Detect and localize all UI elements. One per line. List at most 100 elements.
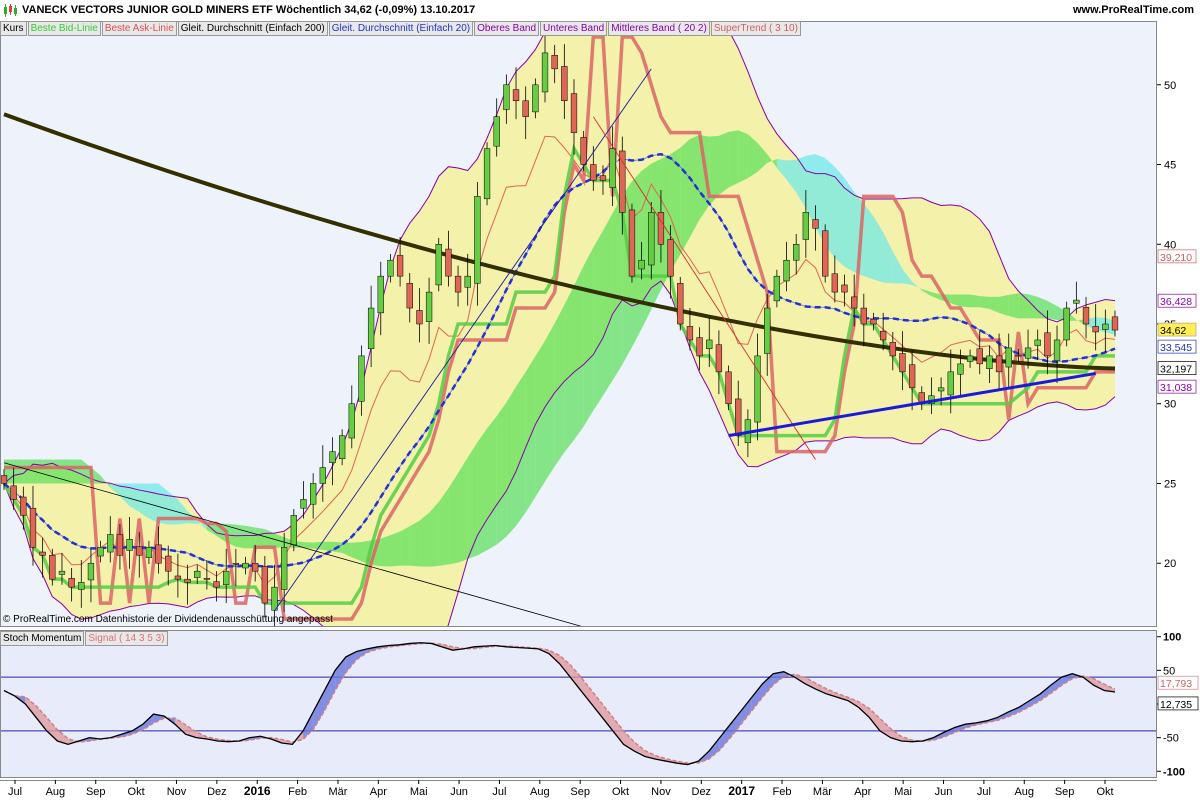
candle-body: [551, 55, 558, 70]
candle-body: [464, 275, 471, 288]
legend-item[interactable]: Gleit. Durchschnitt (Einfach 200): [177, 21, 328, 36]
candle: [435, 237, 442, 292]
candle-body: [802, 212, 810, 240]
candle-body: [242, 562, 249, 569]
candle-body: [252, 562, 259, 572]
cloud-segment: [506, 386, 517, 537]
y-tick-label: 50: [1164, 80, 1176, 92]
candle-body: [976, 348, 983, 365]
y-tick-label: 40: [1164, 239, 1176, 251]
legend-item[interactable]: Oberes Band: [474, 21, 540, 36]
cloud-segment: [612, 195, 623, 381]
cloud-segment: [419, 512, 430, 567]
candle-body: [1053, 339, 1061, 361]
legend-item[interactable]: Beste Bid-Linie: [27, 21, 101, 36]
candle: [677, 276, 684, 331]
candle-body: [474, 196, 481, 284]
candle-body: [667, 239, 674, 277]
candle-body: [541, 52, 549, 93]
x-tick-label: Jun: [450, 786, 468, 798]
candle-body: [387, 259, 394, 277]
x-tick-label: Sep: [570, 786, 590, 798]
candle-body: [377, 275, 384, 314]
legend-item[interactable]: Mittleres Band ( 20 2): [608, 21, 710, 36]
y-tick-label: 30: [1164, 399, 1176, 411]
candle-body: [899, 353, 906, 373]
legend-item[interactable]: Beste Ask-Linie: [101, 21, 177, 36]
legend-item[interactable]: Gleit. Durchschnitt (Einfach 20): [328, 21, 474, 36]
candle-body: [271, 586, 278, 611]
candle-body: [435, 244, 442, 286]
candle-body: [879, 330, 887, 341]
cloud-segment: [602, 213, 613, 396]
x-tick-label: 2016: [244, 784, 271, 798]
cloud-segment: [564, 285, 574, 453]
x-tick-label: Jun: [935, 786, 953, 798]
candle-body: [10, 485, 17, 500]
candle-body: [754, 355, 761, 423]
x-tick-label: 2017: [728, 784, 755, 798]
x-tick-label: Okt: [1096, 786, 1113, 798]
legend-item[interactable]: Unteres Band: [540, 21, 608, 36]
cloud-segment: [863, 203, 874, 280]
osc-legend-item[interactable]: Stoch Momentum: [0, 631, 85, 646]
oscillator-chart[interactable]: [0, 630, 1157, 778]
candle-body: [735, 398, 742, 436]
osc-legend-item[interactable]: Signal ( 14 3 5 3): [85, 631, 168, 646]
candle-body: [628, 209, 636, 277]
cloud-segment: [960, 294, 971, 308]
cloud-segment: [545, 323, 555, 482]
candle: [628, 203, 636, 283]
candle-body: [619, 150, 626, 213]
candle-body: [783, 259, 790, 282]
candle-body: [773, 275, 781, 302]
candle-body: [1092, 326, 1099, 333]
candle-body: [908, 364, 916, 389]
cloud-segment: [1018, 293, 1029, 319]
cloud-segment: [52, 459, 62, 484]
title-bar: VANECK VECTORS JUNIOR GOLD MINERS ETF Wö…: [0, 0, 1200, 21]
oscillator-legend: Stoch Momentum Signal ( 14 3 5 3): [0, 631, 169, 646]
cloud-segment: [438, 488, 449, 566]
candle-body: [686, 326, 694, 341]
cloud-segment: [680, 139, 690, 255]
candle-body: [860, 307, 867, 325]
candle-body: [580, 137, 587, 165]
candle-body: [406, 283, 413, 309]
x-tick-label: Mär: [328, 786, 347, 798]
candle-body: [696, 337, 703, 357]
cloud-segment: [999, 294, 1009, 317]
candle-body: [58, 570, 66, 575]
candle-body: [851, 296, 858, 309]
candle-body: [706, 339, 713, 349]
price-chart[interactable]: [0, 21, 1157, 627]
price-axis: 2025303540455039,21036,42834,6233,54532,…: [1157, 80, 1199, 778]
candle: [725, 365, 732, 411]
candle-body: [338, 435, 346, 460]
cloud-segment: [718, 131, 729, 195]
cloud-segment: [1008, 293, 1019, 319]
x-tick-label: Dez: [692, 786, 712, 798]
signal-value: 17,793: [1160, 678, 1192, 690]
value-label: 31,038: [1160, 382, 1192, 394]
y-tick-label: 20: [1164, 558, 1176, 570]
candle-body: [213, 581, 220, 588]
cloud-segment: [477, 428, 488, 556]
candle-body: [300, 499, 307, 509]
candle-body: [97, 547, 104, 557]
candle-body: [78, 582, 85, 590]
osc-background: [0, 630, 1157, 778]
cloud-segment: [245, 525, 256, 549]
candle-body: [20, 496, 27, 516]
site-url[interactable]: www.ProRealTime.com: [1073, 4, 1194, 16]
candle-body: [348, 403, 355, 439]
x-tick-label: Sep: [1055, 786, 1075, 798]
legend-item[interactable]: SuperTrend ( 3 10): [710, 21, 801, 36]
cloud-segment: [380, 535, 391, 567]
legend-item[interactable]: Kurs: [0, 21, 27, 36]
candle-body: [1005, 347, 1012, 368]
candle-body: [396, 255, 404, 277]
candle-body: [290, 515, 297, 546]
candlestick-icon: [4, 4, 17, 17]
x-tick-label: Jul: [492, 786, 506, 798]
